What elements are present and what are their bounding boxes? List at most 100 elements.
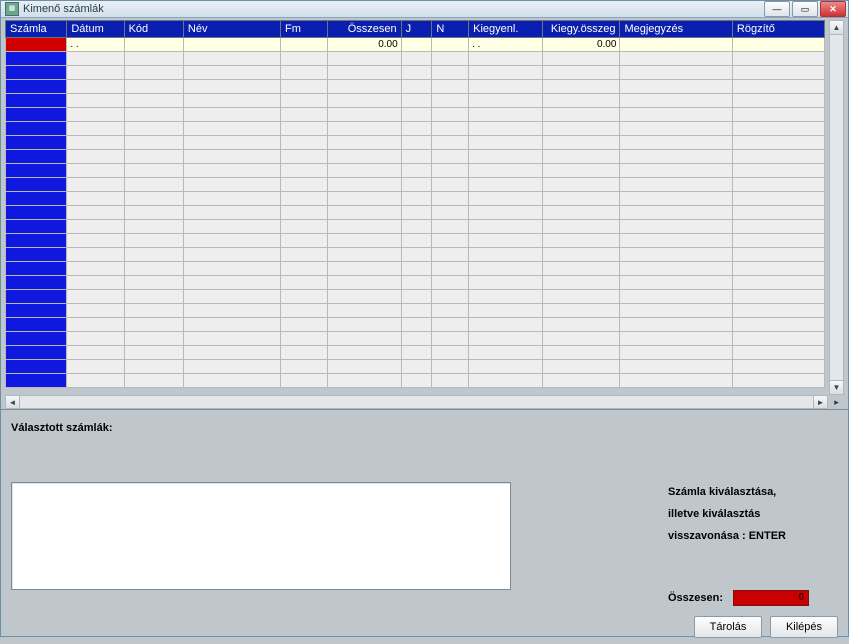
cell-j[interactable] — [401, 38, 432, 52]
cell-empty[interactable] — [124, 178, 183, 192]
cell-empty[interactable] — [67, 136, 124, 150]
scroll-left-icon[interactable]: ◄ — [6, 396, 20, 408]
cell-empty[interactable] — [542, 318, 620, 332]
cell-empty[interactable] — [67, 374, 124, 388]
cell-empty[interactable] — [732, 290, 824, 304]
cell-empty[interactable] — [281, 94, 328, 108]
cell-empty[interactable] — [281, 52, 328, 66]
cell-empty[interactable] — [124, 290, 183, 304]
cell-rogzito[interactable] — [732, 38, 824, 52]
cell-empty[interactable] — [732, 122, 824, 136]
cell-empty[interactable] — [281, 220, 328, 234]
table-row[interactable] — [6, 248, 825, 262]
cell-empty[interactable] — [183, 234, 280, 248]
cell-empty[interactable] — [469, 164, 543, 178]
col-kiegy-osszeg[interactable]: Kiegy.összeg — [542, 21, 620, 38]
cell-empty[interactable] — [401, 234, 432, 248]
cell-empty[interactable] — [732, 234, 824, 248]
cell-empty[interactable] — [542, 108, 620, 122]
scroll-down-icon[interactable]: ▼ — [830, 380, 843, 394]
cell-empty[interactable] — [432, 234, 469, 248]
cell-empty[interactable] — [469, 108, 543, 122]
cell-empty[interactable] — [124, 94, 183, 108]
cell-empty[interactable] — [469, 66, 543, 80]
col-n[interactable]: N — [432, 21, 469, 38]
row-header[interactable] — [6, 178, 67, 192]
cell-empty[interactable] — [469, 290, 543, 304]
cell-empty[interactable] — [281, 80, 328, 94]
table-row[interactable] — [6, 178, 825, 192]
cell-empty[interactable] — [732, 136, 824, 150]
cell-empty[interactable] — [732, 192, 824, 206]
cell-empty[interactable] — [732, 164, 824, 178]
cell-empty[interactable] — [328, 94, 402, 108]
cell-empty[interactable] — [124, 52, 183, 66]
cell-empty[interactable] — [124, 206, 183, 220]
row-header[interactable] — [6, 206, 67, 220]
cell-empty[interactable] — [124, 360, 183, 374]
cell-empty[interactable] — [732, 262, 824, 276]
cell-empty[interactable] — [124, 80, 183, 94]
cell-empty[interactable] — [542, 374, 620, 388]
cell-empty[interactable] — [328, 136, 402, 150]
data-table[interactable]: Számla Dátum Kód Név Fm Összesen J N Kie… — [5, 20, 825, 388]
cell-empty[interactable] — [328, 206, 402, 220]
cell-empty[interactable] — [281, 234, 328, 248]
cell-empty[interactable] — [732, 248, 824, 262]
cell-empty[interactable] — [328, 262, 402, 276]
cell-empty[interactable] — [281, 122, 328, 136]
row-header[interactable] — [6, 52, 67, 66]
cell-empty[interactable] — [67, 108, 124, 122]
cell-empty[interactable] — [542, 52, 620, 66]
cell-empty[interactable] — [401, 52, 432, 66]
cell-empty[interactable] — [401, 206, 432, 220]
close-button[interactable]: ✕ — [820, 1, 846, 17]
cell-empty[interactable] — [401, 290, 432, 304]
cell-empty[interactable] — [183, 206, 280, 220]
cell-empty[interactable] — [432, 346, 469, 360]
row-header[interactable] — [6, 66, 67, 80]
cell-empty[interactable] — [281, 262, 328, 276]
cell-empty[interactable] — [469, 122, 543, 136]
cell-empty[interactable] — [620, 66, 732, 80]
cell-empty[interactable] — [542, 122, 620, 136]
table-row[interactable] — [6, 346, 825, 360]
cell-empty[interactable] — [183, 150, 280, 164]
row-header[interactable] — [6, 360, 67, 374]
cell-empty[interactable] — [469, 220, 543, 234]
table-row[interactable] — [6, 164, 825, 178]
cell-empty[interactable] — [542, 346, 620, 360]
cell-empty[interactable] — [328, 178, 402, 192]
cell-empty[interactable] — [432, 122, 469, 136]
cell-empty[interactable] — [432, 262, 469, 276]
cell-empty[interactable] — [469, 318, 543, 332]
cell-empty[interactable] — [328, 108, 402, 122]
cell-empty[interactable] — [183, 262, 280, 276]
cell-empty[interactable] — [732, 360, 824, 374]
cell-empty[interactable] — [281, 164, 328, 178]
cell-kod[interactable] — [124, 38, 183, 52]
cell-empty[interactable] — [732, 332, 824, 346]
table-row[interactable] — [6, 304, 825, 318]
cell-empty[interactable] — [183, 304, 280, 318]
cell-empty[interactable] — [542, 66, 620, 80]
cell-empty[interactable] — [542, 192, 620, 206]
cell-empty[interactable] — [432, 360, 469, 374]
cell-empty[interactable] — [432, 94, 469, 108]
cell-fm[interactable] — [281, 38, 328, 52]
cell-empty[interactable] — [620, 150, 732, 164]
cell-empty[interactable] — [124, 346, 183, 360]
cell-empty[interactable] — [620, 346, 732, 360]
cell-empty[interactable] — [328, 164, 402, 178]
cell-empty[interactable] — [281, 192, 328, 206]
cell-empty[interactable] — [469, 150, 543, 164]
cell-empty[interactable] — [124, 276, 183, 290]
cell-empty[interactable] — [432, 318, 469, 332]
cell-empty[interactable] — [432, 136, 469, 150]
cell-empty[interactable] — [620, 122, 732, 136]
table-row[interactable] — [6, 150, 825, 164]
table-row[interactable] — [6, 332, 825, 346]
cell-empty[interactable] — [183, 178, 280, 192]
cell-empty[interactable] — [401, 374, 432, 388]
cell-empty[interactable] — [67, 262, 124, 276]
